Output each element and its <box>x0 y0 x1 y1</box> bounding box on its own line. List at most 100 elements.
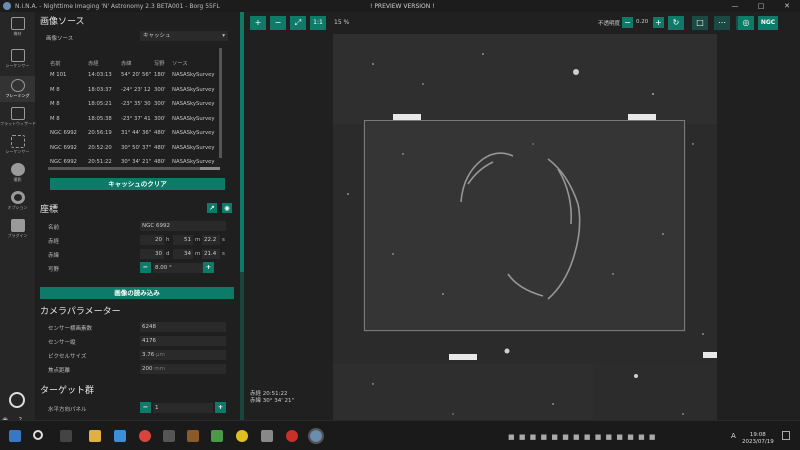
power-icon[interactable] <box>9 392 25 408</box>
sensor-height-input[interactable]: 4176 <box>140 336 226 346</box>
target-pick-button[interactable]: ↗ <box>207 203 217 213</box>
table-row[interactable]: M 8 18:05:21 -23° 35' 30 300' NASASkySurvey <box>50 97 230 112</box>
table-row[interactable]: NGC 6992 20:52:20 30° 50' 37" 480' NASASkySu… <box>50 141 230 156</box>
minimize-button[interactable]: — <box>722 0 748 12</box>
table-row[interactable]: M 8 18:03:37 -24° 23' 12 300' NASASkySurvey <box>50 83 230 98</box>
table-row[interactable]: M 101 14:03:13 54° 20' 56" 180' NASASkySurve… <box>50 68 230 83</box>
pixel-size-unit: μm <box>156 352 165 358</box>
windows-start-icon[interactable] <box>9 430 21 442</box>
target-name-input[interactable]: NGC 6992 <box>140 221 226 231</box>
col-fov[interactable]: 写野 <box>154 59 172 67</box>
telescope-coords-button[interactable]: ◉ <box>222 203 232 213</box>
app-icon[interactable] <box>187 430 199 442</box>
nav-equipment[interactable]: 機材 <box>0 14 35 40</box>
col-ra[interactable]: 赤経 <box>88 59 121 67</box>
focal-length-label: 焦点距離 <box>48 368 71 374</box>
clear-cache-button[interactable]: キャッシュのクリア <box>50 178 225 190</box>
fit-button[interactable]: ⤢ <box>290 16 306 30</box>
nav-plugins[interactable]: プラグイン <box>0 216 35 242</box>
ra-hours-input[interactable]: 20 <box>140 235 164 245</box>
horizontal-panels-input[interactable]: 1 <box>153 403 213 413</box>
nina-taskbar-icon[interactable] <box>308 428 324 444</box>
dec-degrees-input[interactable]: 30 <box>140 249 164 259</box>
table-horizontal-scrollbar[interactable] <box>48 167 220 170</box>
ime-indicator[interactable]: A <box>731 432 736 440</box>
table-row[interactable]: NGC 6992 20:56:19 31° 44' 36" 480' NASASkySu… <box>50 126 230 141</box>
fov-unit: ° <box>169 265 172 271</box>
app-icon[interactable] <box>236 430 248 442</box>
rotate-button[interactable]: ↻ <box>668 16 684 30</box>
search-icon[interactable] <box>33 430 43 440</box>
dec-minutes-input[interactable]: 34 <box>173 249 193 259</box>
nav-options[interactable]: オプション <box>0 188 35 214</box>
ngc-button[interactable]: NGC <box>758 16 778 30</box>
opacity-decrease-button[interactable]: − <box>622 17 633 28</box>
zoom-in-button[interactable]: + <box>250 16 266 30</box>
zoom-out-button[interactable]: − <box>270 16 286 30</box>
sequencer-icon <box>10 135 25 148</box>
col-name[interactable]: 名前 <box>50 59 88 67</box>
sky-survey-preview[interactable] <box>333 34 717 431</box>
nav-sequencer[interactable]: シーケンサー <box>0 132 35 158</box>
fov-increase-button[interactable]: + <box>203 262 214 273</box>
preview-version-title: ! PREVIEW VERSION ! <box>370 2 435 10</box>
system-tray-icons[interactable]: ■ ■ ■ ■ ■ ■ ■ ■ ■ ■ ■ ■ ■ ■ <box>508 433 657 441</box>
image-source-dropdown[interactable]: キャッシュ ▾ <box>140 31 228 41</box>
table-vertical-scrollbar[interactable] <box>219 48 222 158</box>
load-image-button[interactable]: 画像の読み込み <box>40 287 234 299</box>
cell-ra: 20:52:20 <box>88 144 112 151</box>
fov-input[interactable]: 8.00 ° <box>153 263 203 273</box>
zoom-out-icon: − <box>274 18 282 27</box>
opacity-increase-button[interactable]: + <box>653 17 664 28</box>
pixel-size-value: 3.76 <box>142 352 155 358</box>
ra-minutes-input[interactable]: 51 <box>173 235 193 245</box>
horizontal-panels-label: 水平方向パネル <box>48 407 87 413</box>
chevron-down-icon: ▾ <box>222 33 225 39</box>
ra-seconds-unit: s <box>222 237 225 243</box>
system-clock[interactable]: 19:08 2023/07/19 <box>742 432 774 446</box>
col-source[interactable]: ソース <box>172 59 222 67</box>
pixel-size-label: ピクセルサイズ <box>48 354 87 360</box>
opacity-label: 不透明度 <box>598 21 621 27</box>
nav-equipment-label: 機材 <box>13 31 22 36</box>
opacity-value[interactable]: 0.20 <box>636 19 648 25</box>
maximize-button[interactable]: □ <box>748 0 774 12</box>
pixel-size-input[interactable]: 3.76 μm <box>140 350 226 360</box>
image-source-label: 画像ソース <box>46 36 74 42</box>
nav-flat-wizard[interactable]: フラットウィザード <box>0 104 36 130</box>
focal-length-input[interactable]: 200 mm <box>140 364 226 374</box>
ra-seconds-input[interactable]: 22.2 <box>202 235 220 245</box>
notification-icon[interactable] <box>782 431 790 440</box>
app-icon[interactable] <box>163 430 175 442</box>
store-icon[interactable] <box>114 430 126 442</box>
chrome-icon[interactable] <box>139 430 151 442</box>
one-to-one-button[interactable]: 1:1 <box>310 16 326 30</box>
cell-fov: 300' <box>154 115 166 122</box>
nav-imaging[interactable]: 撮影 <box>0 160 35 186</box>
col-dec[interactable]: 赤緯 <box>121 59 154 67</box>
fov-decrease-button[interactable]: − <box>140 262 151 273</box>
camera-parameters-header: カメラパラメーター <box>40 307 121 317</box>
dec-seconds-input[interactable]: 21.4 <box>202 249 220 259</box>
app-icon[interactable] <box>286 430 298 442</box>
panels-decrease-button[interactable]: − <box>140 402 151 413</box>
app-icon[interactable] <box>211 430 223 442</box>
app-icon[interactable] <box>261 430 273 442</box>
globe-button[interactable]: ◎ <box>738 16 754 30</box>
cell-dec: 30° 34' 21" <box>121 159 152 166</box>
table-row[interactable]: M 8 18:05:38 -23° 37' 41 300' NASASkySurvey <box>50 112 230 127</box>
task-view-icon[interactable] <box>60 430 72 442</box>
nav-plugins-label: プラグイン <box>7 233 28 238</box>
close-button[interactable]: ✕ <box>774 0 800 12</box>
scroll-thumb[interactable] <box>200 167 220 170</box>
camera-frame-rectangle[interactable] <box>364 120 685 331</box>
panels-increase-button[interactable]: + <box>215 402 226 413</box>
annotate-button[interactable]: □ <box>692 16 708 30</box>
file-explorer-icon[interactable] <box>89 430 101 442</box>
sensor-width-input[interactable]: 6248 <box>140 322 226 332</box>
grid-button[interactable]: ⋯ <box>714 16 730 30</box>
nav-framing[interactable]: フレーミング <box>0 76 35 102</box>
cell-ra: 20:51:22 <box>88 159 112 166</box>
cell-name: M 8 <box>50 86 60 93</box>
nav-skyatlas[interactable]: シーケンサー <box>0 46 35 72</box>
